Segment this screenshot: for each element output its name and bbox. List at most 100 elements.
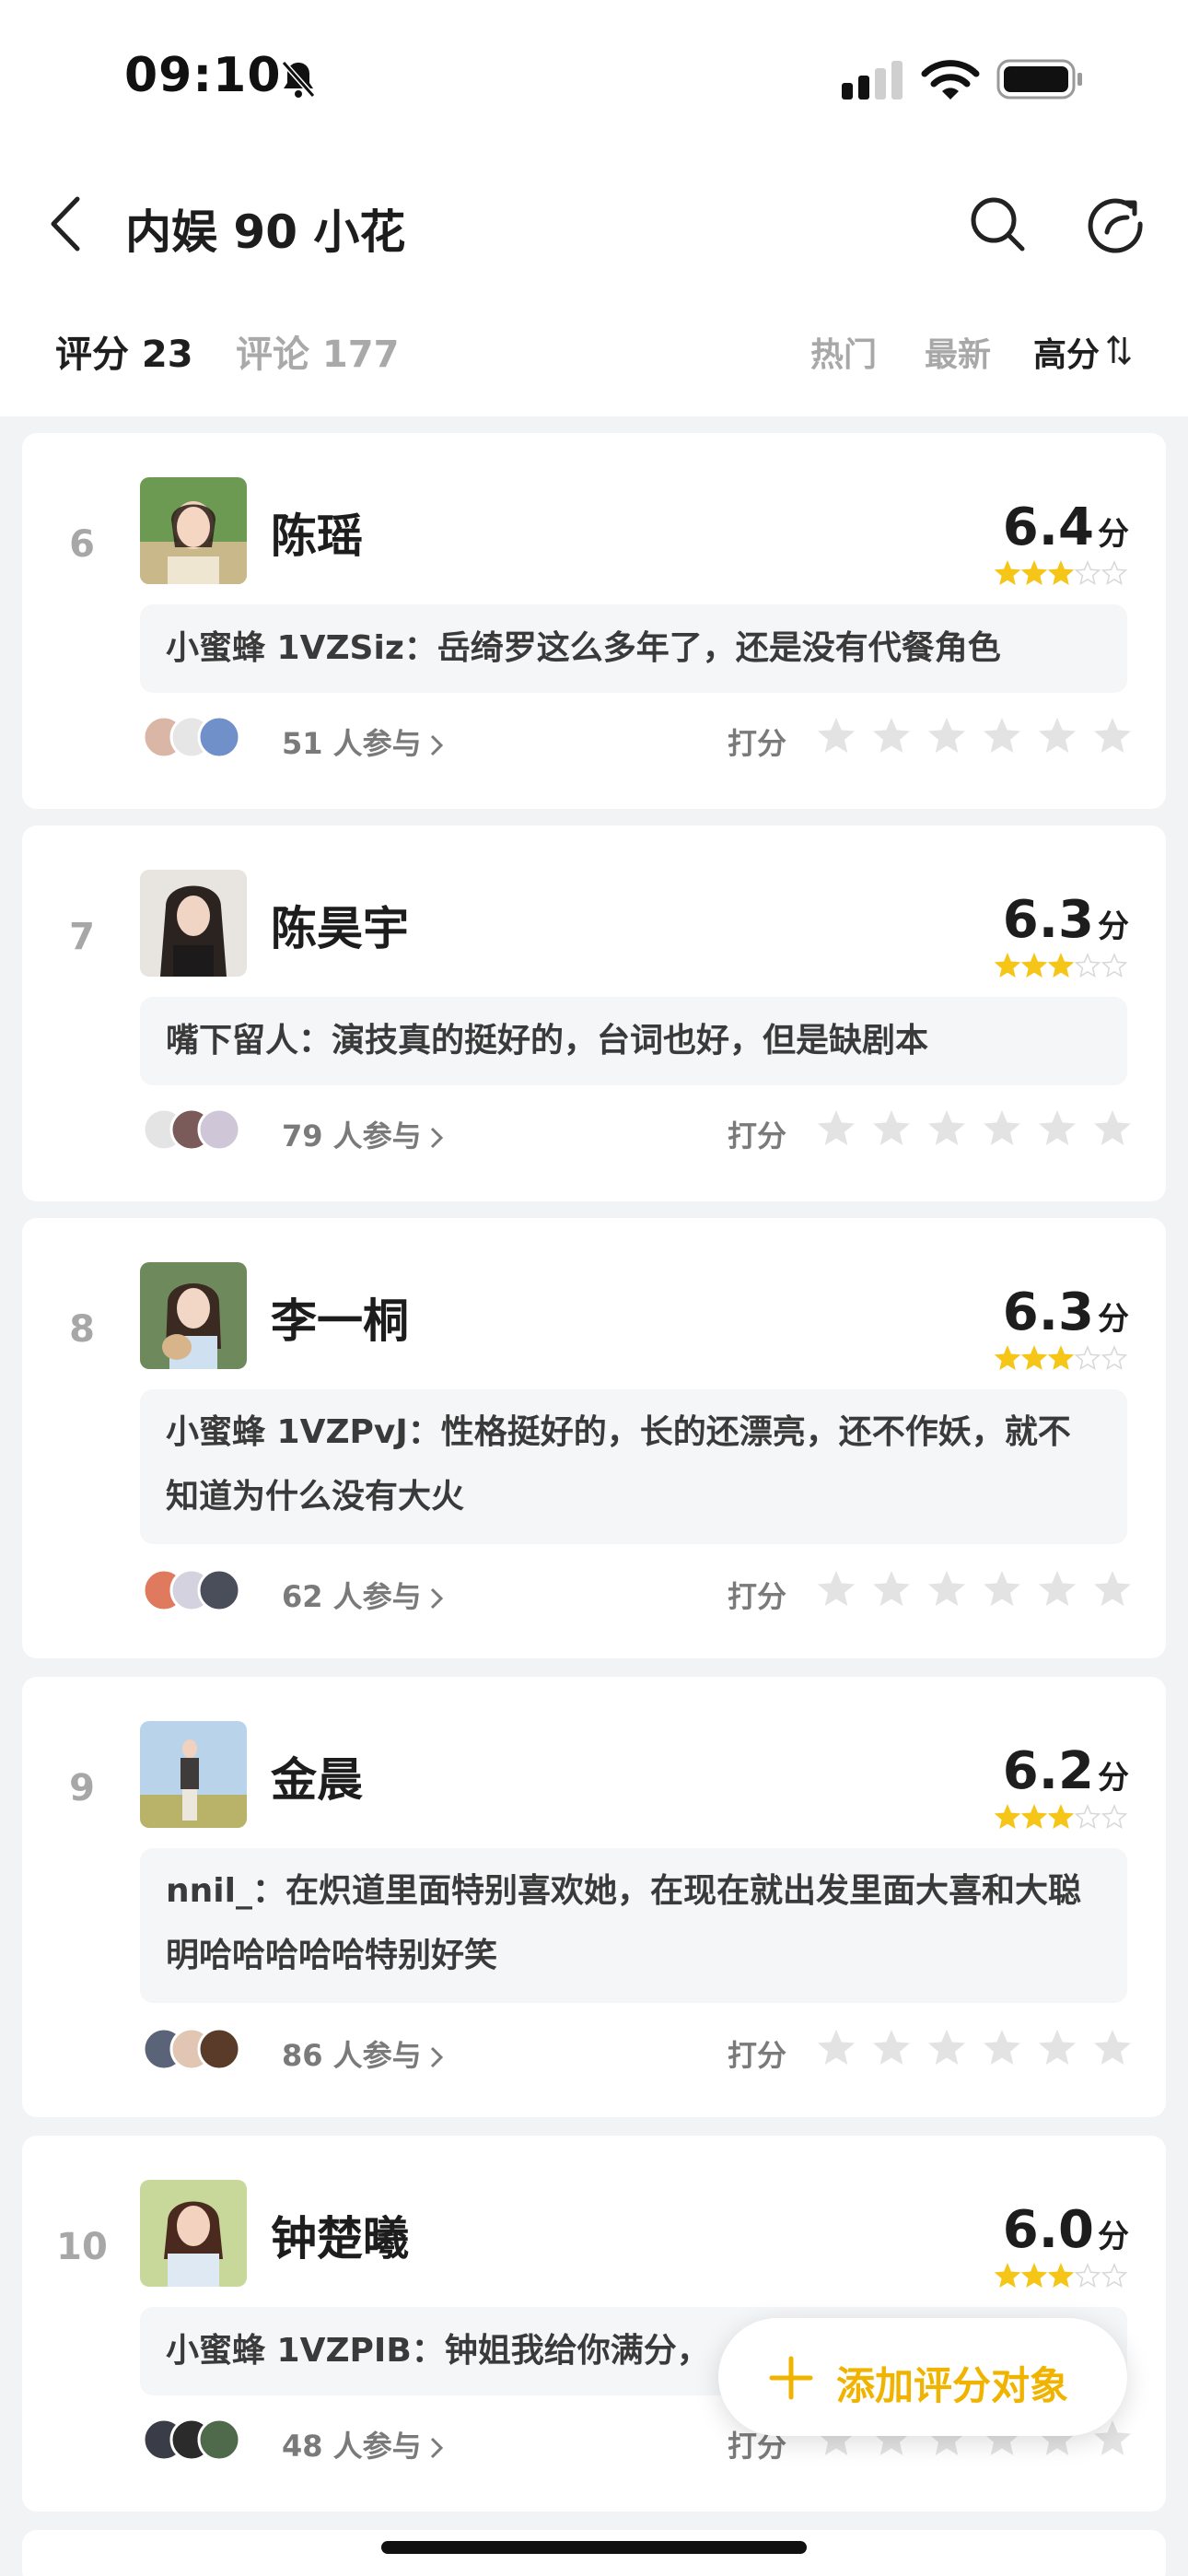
sort-order-icon[interactable] — [1105, 332, 1133, 369]
participant-avatars — [142, 2027, 243, 2071]
participant-avatars — [142, 2418, 243, 2462]
top-comment[interactable]: 小蜜蜂 1VZPvJ：性格挺好的，长的还漂亮，还不作妖，就不知道为什么没有大火 — [140, 1389, 1127, 1544]
rate-label: 打分 — [728, 1118, 787, 1153]
avatar[interactable] — [140, 2180, 247, 2287]
back-arrow-icon[interactable] — [42, 192, 88, 256]
rate-star-icon[interactable] — [818, 718, 855, 753]
star-icon — [995, 2263, 1021, 2289]
rate-star-icon[interactable] — [1039, 1571, 1076, 1606]
participant-avatars — [142, 1107, 243, 1152]
star-icon — [1047, 1804, 1075, 1830]
star-icon — [995, 560, 1021, 586]
rank-number: 10 — [56, 2226, 108, 2268]
rate-label: 打分 — [728, 1579, 787, 1614]
rate-star-icon[interactable] — [873, 2030, 910, 2065]
rate-star-icon[interactable] — [873, 1110, 910, 1145]
rate-star-icon[interactable] — [818, 2030, 855, 2065]
star-icon — [1074, 560, 1101, 586]
chevron-right-icon — [430, 1127, 443, 1149]
wifi-icon — [921, 60, 980, 100]
star-icon — [1047, 1345, 1075, 1371]
rate-stars-input[interactable] — [816, 715, 1133, 757]
rate-star-icon[interactable] — [928, 2030, 965, 2065]
star-icon — [1047, 953, 1075, 978]
rate-star-icon[interactable] — [928, 718, 965, 753]
sort-latest[interactable]: 最新 — [925, 328, 991, 376]
rank-number: 8 — [69, 1308, 95, 1351]
score-stars-icon — [995, 2263, 1128, 2289]
rate-star-icon[interactable] — [1094, 1571, 1131, 1606]
avatar[interactable] — [140, 477, 247, 584]
search-icon[interactable] — [967, 193, 1028, 254]
avatar[interactable] — [140, 1721, 247, 1828]
rank-number: 9 — [69, 1767, 95, 1809]
star-icon — [1101, 1345, 1128, 1371]
rate-star-icon[interactable] — [1039, 718, 1076, 753]
rate-star-icon[interactable] — [1039, 1110, 1076, 1145]
entity-name: 陈昊宇 — [271, 902, 409, 955]
star-icon — [1074, 2263, 1101, 2289]
add-rating-target-button[interactable]: 添加评分对象 — [718, 2318, 1127, 2436]
tab-ratings[interactable]: 评分 23 — [55, 324, 193, 378]
star-icon — [1020, 1345, 1048, 1371]
rating-card[interactable]: 9 金晨 6.2 分 nnil_：在炽道里面特别喜欢她，在现在就出发里面大喜和大聪… — [22, 1677, 1166, 2117]
sort-high-score[interactable]: 高分 — [1033, 328, 1100, 376]
rate-stars-input[interactable] — [816, 1107, 1133, 1150]
star-icon — [995, 1804, 1021, 1830]
rate-star-icon[interactable] — [928, 1571, 965, 1606]
rating-card[interactable]: 8 李一桐 6.3 分 小蜜蜂 1VZPvJ：性格挺好的，长的还漂亮，还不作妖，就… — [22, 1218, 1166, 1658]
score-stars-icon — [995, 953, 1128, 978]
score-value: 6.2 分 — [1002, 1741, 1129, 1801]
rate-star-icon[interactable] — [873, 1571, 910, 1606]
star-icon — [995, 953, 1021, 978]
rate-star-icon[interactable] — [1094, 2030, 1131, 2065]
top-comment[interactable]: 嘴下留人：演技真的挺好的，台词也好，但是缺剧本 — [140, 997, 1127, 1085]
star-icon — [1047, 2263, 1075, 2289]
star-icon — [1101, 953, 1128, 978]
home-indicator — [381, 2541, 807, 2554]
rate-star-icon[interactable] — [1094, 1110, 1131, 1145]
sort-hot[interactable]: 热门 — [810, 328, 877, 376]
rate-stars-input[interactable] — [816, 2027, 1133, 2069]
avatar[interactable] — [140, 870, 247, 977]
page-title: 内娱 90 小花 — [125, 205, 406, 259]
rate-stars-input[interactable] — [816, 1568, 1133, 1610]
rate-star-icon[interactable] — [928, 1110, 965, 1145]
rate-star-icon[interactable] — [984, 718, 1020, 753]
participants-link[interactable]: 79 人参与 — [282, 1113, 446, 1155]
add-rating-target-label: 添加评分对象 — [836, 2363, 1069, 2408]
participants-link[interactable]: 51 人参与 — [282, 720, 446, 763]
rate-star-icon[interactable] — [1039, 2030, 1076, 2065]
star-icon — [1101, 1804, 1128, 1830]
rate-star-icon[interactable] — [818, 1110, 855, 1145]
plus-icon — [769, 2356, 813, 2400]
rating-card[interactable]: 7 陈昊宇 6.3 分 嘴下留人：演技真的挺好的，台词也好，但是缺剧本 79 人参… — [22, 825, 1166, 1201]
share-icon[interactable] — [1085, 193, 1146, 254]
top-comment[interactable]: 小蜜蜂 1VZSiz：岳绮罗这么多年了，还是没有代餐角色 — [140, 604, 1127, 693]
rate-star-icon[interactable] — [1094, 718, 1131, 753]
participants-link[interactable]: 48 人参与 — [282, 2423, 446, 2465]
score-value: 6.3 分 — [1002, 890, 1129, 950]
top-comment[interactable]: nnil_：在炽道里面特别喜欢她，在现在就出发里面大喜和大聪明哈哈哈哈哈特别好笑 — [140, 1848, 1127, 2003]
rate-star-icon[interactable] — [818, 1571, 855, 1606]
tab-comments[interactable]: 评论 177 — [236, 324, 399, 378]
rate-label: 打分 — [728, 2038, 787, 2073]
star-icon — [1101, 560, 1128, 586]
participants-link[interactable]: 86 人参与 — [282, 2032, 446, 2075]
score-stars-icon — [995, 1345, 1128, 1371]
participants-link[interactable]: 62 人参与 — [282, 1574, 446, 1616]
star-icon — [1020, 953, 1048, 978]
rate-star-icon[interactable] — [984, 1110, 1020, 1145]
entity-name: 金晨 — [271, 1753, 363, 1807]
participant-avatars — [142, 715, 243, 759]
entity-name: 李一桐 — [271, 1294, 409, 1348]
score-stars-icon — [995, 1804, 1128, 1830]
star-icon — [1101, 2263, 1128, 2289]
rate-star-icon[interactable] — [984, 1571, 1020, 1606]
rate-star-icon[interactable] — [873, 718, 910, 753]
avatar[interactable] — [140, 1262, 247, 1369]
star-icon — [1020, 1804, 1048, 1830]
rating-card[interactable]: 6 陈瑶 6.4 分 小蜜蜂 1VZSiz：岳绮罗这么多年了，还是没有代餐角色 5… — [22, 433, 1166, 809]
star-icon — [1020, 2263, 1048, 2289]
rate-star-icon[interactable] — [984, 2030, 1020, 2065]
